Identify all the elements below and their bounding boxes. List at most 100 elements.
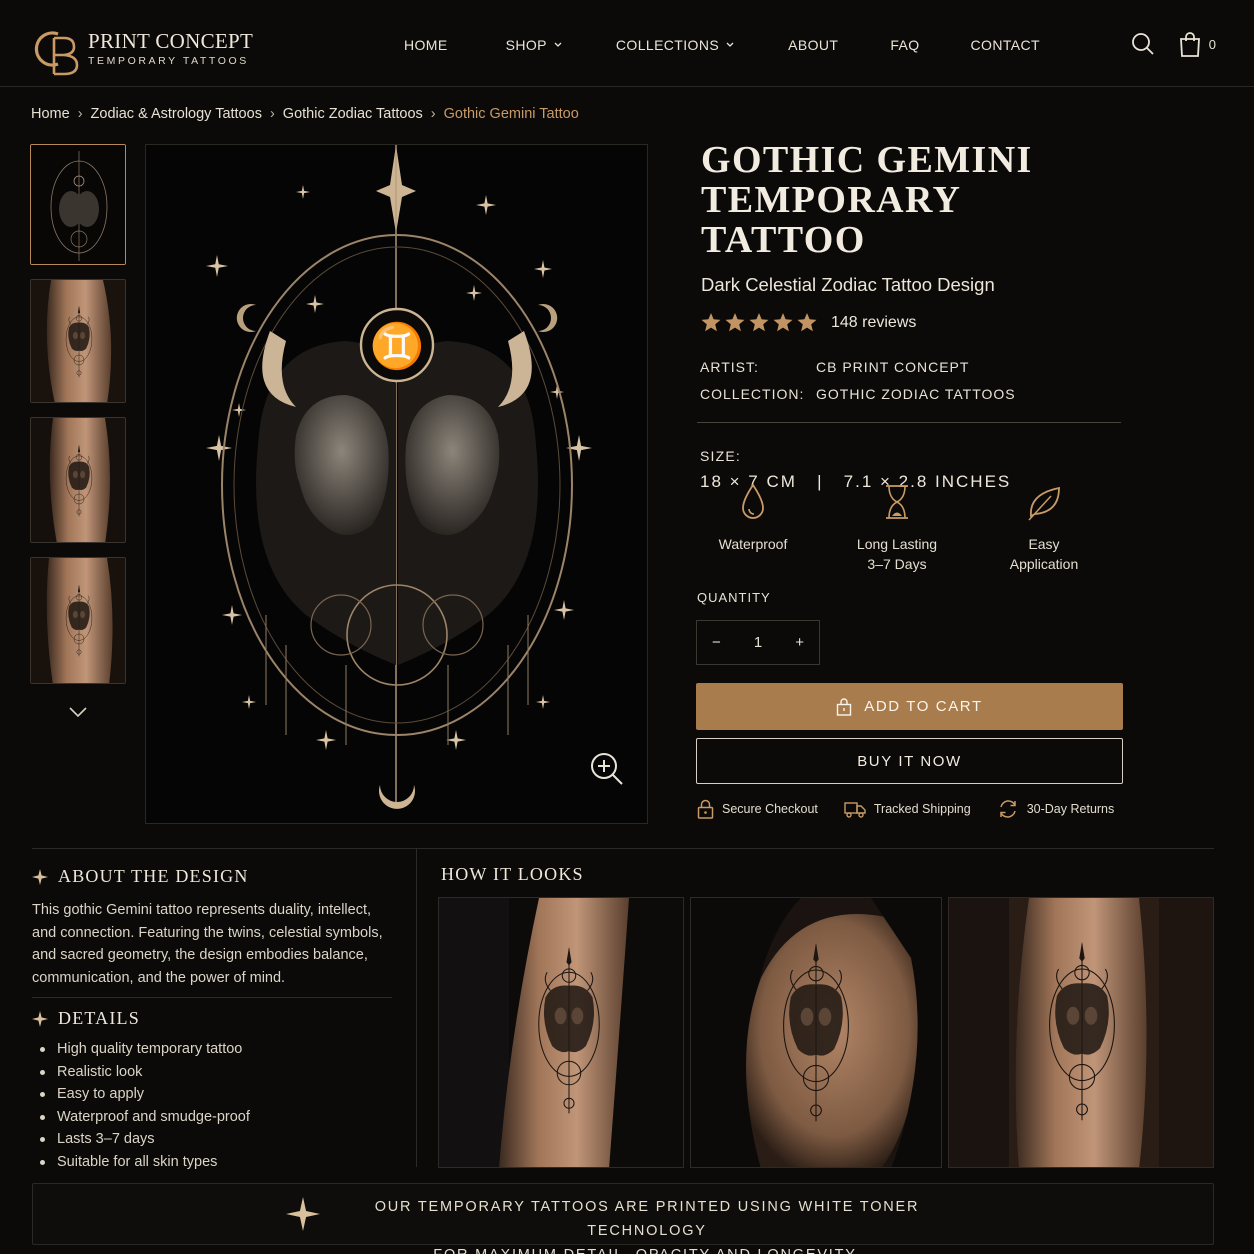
gallery-image-shoulder[interactable]: [690, 897, 942, 1168]
nav-about[interactable]: ABOUT: [788, 37, 838, 53]
product-info: GOTHIC GEMINI TEMPORARY TATTOO Dark Cele…: [697, 140, 1123, 492]
nav-faq-label: FAQ: [890, 37, 920, 53]
artist-value: CB PRINT CONCEPT: [816, 359, 970, 375]
breadcrumb-gothic-zodiac[interactable]: Gothic Zodiac Tattoos: [283, 106, 423, 122]
feature-easy-application: Easy Application: [994, 482, 1094, 574]
product-title-line1: GOTHIC GEMINI: [701, 139, 1033, 181]
main-product-image[interactable]: ♊: [145, 144, 648, 824]
white-toner-banner: OUR TEMPORARY TATTOOS ARE PRINTED USING …: [32, 1183, 1214, 1254]
breadcrumb-zodiac[interactable]: Zodiac & Astrology Tattoos: [91, 106, 262, 122]
sparkle-icon: [32, 1010, 48, 1027]
buy-now-label: BUY IT NOW: [857, 752, 962, 770]
quantity-decrease-button[interactable]: −: [712, 634, 721, 651]
feature-long-lasting-sub: 3–7 Days: [867, 556, 927, 572]
gemini-glyph: ♊: [370, 321, 425, 372]
cart-button[interactable]: 0: [1179, 31, 1216, 57]
breadcrumb-current: Gothic Gemini Tattoo: [443, 106, 579, 122]
water-drop-icon: [742, 483, 764, 519]
nav-contact[interactable]: CONTACT: [971, 37, 1040, 53]
refresh-icon: [999, 800, 1016, 818]
details-title: DETAILS: [32, 1008, 392, 1029]
product-meta: ARTIST: CB PRINT CONCEPT COLLECTION: GOTHI…: [700, 354, 1123, 408]
divider: [32, 997, 392, 998]
nav-collections[interactable]: COLLECTIONS: [616, 37, 734, 53]
section-divider: [32, 848, 1214, 849]
chevron-down-icon: [554, 42, 562, 47]
feature-waterproof: Waterproof: [707, 482, 799, 554]
product-subtitle: Dark Celestial Zodiac Tattoo Design: [701, 274, 995, 295]
details-section: DETAILS High quality temporary tattoo Re…: [32, 1008, 392, 1173]
product-title-line2: TEMPORARY TATTOO: [701, 179, 960, 261]
search-icon[interactable]: [1131, 32, 1155, 56]
trust-secure-label: Secure Checkout: [722, 802, 818, 816]
nav-faq[interactable]: FAQ: [890, 37, 919, 53]
trust-returns-label: 30-Day Returns: [1026, 802, 1115, 816]
how-it-looks-title: HOW IT LOOKS: [441, 864, 584, 884]
breadcrumb: Home › Zodiac & Astrology Tattoos › Goth…: [31, 106, 579, 122]
quantity-label: QUANTITY: [697, 590, 771, 605]
list-item: High quality temporary tattoo: [40, 1038, 392, 1061]
review-count[interactable]: 148 reviews: [831, 314, 916, 332]
about-section: ABOUT THE DESIGN This gothic Gemini tatt…: [32, 866, 392, 998]
thumbnail-arm-1[interactable]: [30, 279, 126, 403]
breadcrumb-separator: ›: [430, 106, 436, 122]
about-text: This gothic Gemini tattoo represents dua…: [32, 902, 383, 986]
thumbnail-arm-2[interactable]: [30, 417, 126, 543]
site-header: PRINT CONCEPT TEMPORARY TATTOOS HOME SHO…: [0, 0, 1254, 87]
nav-about-label: ABOUT: [788, 37, 839, 53]
about-title: ABOUT THE DESIGN: [32, 866, 392, 887]
gallery-image-calf[interactable]: [948, 897, 1214, 1168]
feature-waterproof-label: Waterproof: [718, 536, 788, 552]
nav-contact-label: CONTACT: [970, 37, 1040, 53]
tattoo-design-artwork: ♊: [146, 145, 647, 823]
star-icon: [797, 313, 817, 332]
gallery-image-forearm[interactable]: [438, 897, 684, 1168]
brand-tagline: TEMPORARY TATTOOS: [88, 54, 249, 67]
feature-long-lasting-label: Long Lasting: [856, 536, 938, 552]
zoom-in-icon[interactable]: [589, 751, 625, 787]
cart-count: 0: [1208, 36, 1216, 52]
logo-monogram: [34, 31, 79, 76]
nav-shop-label: SHOP: [505, 37, 547, 53]
star-rating: [701, 313, 817, 332]
feature-easy-label: Easy: [1028, 536, 1060, 552]
list-item: Lasts 3–7 days: [40, 1128, 392, 1151]
details-list: High quality temporary tattoo Realistic …: [40, 1038, 392, 1173]
list-item: Suitable for all skin types: [40, 1151, 392, 1174]
logo[interactable]: PRINT CONCEPT TEMPORARY TATTOOS: [32, 20, 253, 76]
details-title-text: DETAILS: [58, 1008, 140, 1028]
rating[interactable]: 148 reviews: [701, 313, 1123, 332]
about-title-text: ABOUT THE DESIGN: [58, 866, 249, 886]
collection-value[interactable]: GOTHIC ZODIAC TATTOOS: [816, 381, 1016, 408]
breadcrumb-home[interactable]: Home: [31, 106, 70, 122]
nav-shop[interactable]: SHOP: [506, 37, 562, 53]
divider: [697, 422, 1121, 423]
nav-home-label: HOME: [404, 37, 448, 53]
list-item: Waterproof and smudge-proof: [40, 1106, 392, 1129]
lock-icon: [697, 799, 714, 819]
hourglass-icon: [886, 485, 908, 519]
chevron-down-icon[interactable]: [68, 706, 88, 718]
trust-returns: 30-Day Returns: [997, 799, 1115, 819]
main-nav: HOME SHOP COLLECTIONS ABOUT FAQ CONTACT: [404, 37, 1040, 53]
brand-name: PRINT CONCEPT: [88, 28, 254, 53]
add-to-cart-label: ADD TO CART: [864, 698, 983, 715]
banner-text-line2: FOR MAXIMUM DETAIL, OPACITY AND LONGEVIT…: [327, 1243, 967, 1254]
leaf-icon: [1028, 486, 1060, 521]
buy-now-button[interactable]: BUY IT NOW: [696, 738, 1123, 784]
artist-label: ARTIST:: [700, 359, 759, 375]
quantity-increase-button[interactable]: +: [795, 634, 804, 651]
nav-home[interactable]: HOME: [404, 37, 448, 53]
trust-badges: Secure Checkout Tracked Shipping 30-Day …: [697, 799, 1127, 819]
add-to-cart-button[interactable]: ADD TO CART: [696, 683, 1123, 730]
trust-secure-checkout: Secure Checkout: [697, 799, 818, 819]
truck-icon: [844, 802, 866, 818]
quantity-value[interactable]: 1: [754, 634, 762, 651]
thumbnail-arm-3[interactable]: [30, 557, 126, 684]
thumbnail-design[interactable]: [30, 144, 126, 265]
star-icon: [749, 313, 769, 332]
chevron-down-icon: [726, 42, 734, 47]
thumbnail-list: [30, 144, 126, 718]
banner-text: OUR TEMPORARY TATTOOS ARE PRINTED USING …: [327, 1195, 967, 1254]
collection-label: COLLECTION:: [700, 386, 805, 402]
